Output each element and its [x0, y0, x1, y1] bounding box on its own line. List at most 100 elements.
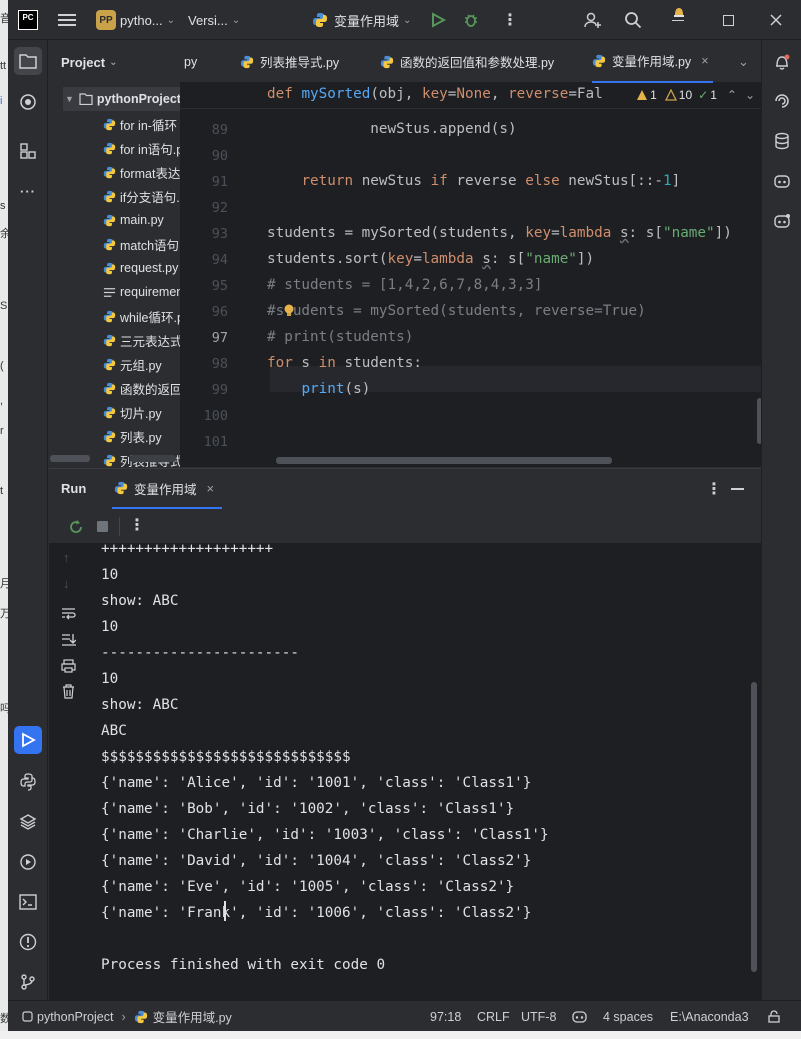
tree-file-item[interactable]: 切片.py [103, 400, 162, 424]
inspection-widget[interactable]: 1 10 ✓ 1 ⌃ ⌄ [632, 84, 755, 106]
editor-horizontal-scrollbar[interactable] [276, 457, 612, 464]
tab-partial[interactable]: py [184, 40, 197, 83]
tab-list-dropdown[interactable]: ⌄ [734, 40, 749, 83]
indent-setting[interactable]: 4 spaces [603, 1001, 653, 1032]
arrow-up-icon[interactable]: ↑ [63, 550, 70, 565]
lightbulb-icon[interactable] [283, 304, 295, 318]
chevron-down-icon: ⌄ [403, 14, 412, 26]
tree-file-item[interactable]: format表达式 [103, 160, 180, 184]
minimize-panel-icon[interactable] [731, 488, 744, 490]
caret-position[interactable]: 97:18 [430, 1001, 461, 1032]
project-panel-header[interactable]: Project ⌄ [49, 40, 180, 84]
ai-assistant-button[interactable] [768, 87, 796, 115]
tree-file-item[interactable]: request.py [103, 256, 178, 280]
project-switcher[interactable]: PP pytho... ⌄ [96, 0, 175, 40]
arrow-down-icon[interactable]: ↓ [63, 576, 70, 591]
scroll-to-end-icon[interactable] [61, 633, 76, 647]
editor-vertical-scrollbar[interactable] [757, 398, 761, 444]
copilot-status[interactable] [572, 1001, 587, 1032]
debug-button[interactable] [463, 0, 479, 40]
tree-file-item[interactable]: for in-循环 [103, 112, 177, 136]
breadcrumb-project[interactable]: pythonProject [37, 1010, 113, 1024]
database-button[interactable] [768, 127, 796, 155]
print-icon[interactable] [61, 659, 76, 673]
minimize-button[interactable] [672, 0, 684, 40]
tree-file-item[interactable]: if分支语句.py [103, 184, 180, 208]
vcs-widget[interactable]: Versi... ⌄ [188, 0, 240, 40]
notifications-button[interactable] [768, 48, 796, 76]
tree-root-label: pythonProject [96, 92, 180, 106]
more-tool-windows-button[interactable]: ··· [14, 177, 42, 205]
line-number: 98 [211, 356, 228, 372]
python-console-button[interactable] [14, 768, 42, 796]
line-separator[interactable]: CRLF [477, 1001, 510, 1032]
trash-icon[interactable] [62, 684, 75, 699]
stop-icon[interactable] [97, 521, 108, 532]
problems-tool-button[interactable] [14, 928, 42, 956]
structure-icon [20, 143, 36, 159]
more-actions-button[interactable]: ⋮ [502, 0, 518, 40]
rerun-icon[interactable] [68, 519, 84, 535]
maximize-icon [723, 14, 734, 26]
project-tool-button[interactable] [14, 47, 42, 75]
services-tool-button[interactable] [14, 848, 42, 876]
maximize-button[interactable] [723, 0, 734, 40]
readonly-toggle[interactable] [768, 1001, 780, 1032]
console-line: {'name': 'Eve', 'id': '1005', 'class': '… [101, 879, 515, 895]
console-line: {'name': 'David', 'id': '1004', 'class':… [101, 853, 532, 869]
tree-file-item[interactable]: 列表.py [103, 424, 162, 448]
tree-file-item[interactable]: requirements [103, 280, 180, 304]
run-tab[interactable]: 变量作用域 × [112, 469, 223, 509]
packages-icon [20, 94, 36, 110]
copilot-icon [774, 175, 790, 188]
tree-file-item[interactable]: 三元表达式 [103, 328, 180, 352]
search-icon [625, 12, 642, 29]
tree-file-item[interactable]: match语句 [103, 232, 179, 256]
main-menu-button[interactable] [58, 0, 76, 40]
tree-file-item[interactable]: 元组.py [103, 352, 162, 376]
tree-file-item[interactable]: for in语句.py [103, 136, 180, 160]
soft-wrap-icon[interactable] [61, 607, 76, 621]
search-everywhere-button[interactable] [624, 0, 642, 40]
tab-function-return[interactable]: 函数的返回值和参数处理.py [380, 40, 554, 83]
python-icon [103, 262, 116, 274]
tree-root-folder[interactable]: ▼ pythonProject [63, 87, 180, 111]
tab-list-comprehension[interactable]: 列表推导式.py [240, 40, 339, 83]
code-line: # print(students) [267, 329, 414, 345]
close-window-button[interactable] [770, 0, 782, 40]
terminal-icon [19, 894, 37, 910]
python-console-icon [20, 773, 36, 791]
more-vertical-icon[interactable]: ⋮ [129, 515, 145, 535]
breadcrumb-file[interactable]: 变量作用域.py [153, 1007, 232, 1026]
tree-file-label: 元组.py [120, 358, 162, 373]
run-button[interactable] [430, 0, 446, 40]
file-encoding[interactable]: UTF-8 [521, 1001, 556, 1032]
console-vertical-scrollbar[interactable] [751, 682, 757, 972]
close-tab-icon[interactable]: × [207, 481, 215, 496]
add-user-button[interactable] [584, 0, 602, 40]
close-tab-icon[interactable]: × [701, 54, 708, 68]
tree-file-item[interactable]: while循环.py [103, 304, 180, 328]
tab-variable-scope[interactable]: 变量作用域.py × [592, 40, 713, 83]
more-vertical-icon[interactable]: ⋮ [706, 479, 722, 499]
copilot-chat-button[interactable] [768, 207, 796, 235]
previous-highlight-icon[interactable]: ⌃ [727, 88, 737, 102]
project-panel-title: Project [61, 54, 106, 70]
git-tool-button[interactable] [14, 968, 42, 996]
run-config-selector[interactable]: 变量作用域 ⌄ [312, 0, 411, 40]
interpreter[interactable]: E:\Anaconda3 [670, 1001, 749, 1032]
copilot-button[interactable] [768, 167, 796, 195]
breadcrumb: pythonProject › 变量作用域.py [22, 1001, 232, 1032]
folder-icon [79, 93, 93, 105]
layers-tool-button[interactable] [14, 808, 42, 836]
next-highlight-icon[interactable]: ⌄ [745, 88, 755, 102]
tree-file-item[interactable]: main.py [103, 208, 164, 232]
structure-tool-button[interactable] [14, 137, 42, 165]
tree-file-item[interactable]: 函数的返回 [103, 376, 180, 400]
python-packages-button[interactable] [14, 88, 42, 116]
horizontal-scrollbar[interactable] [50, 455, 90, 462]
run-tool-button[interactable] [14, 726, 42, 754]
pycharm-logo-icon: PC [18, 10, 38, 30]
terminal-tool-button[interactable] [14, 888, 42, 916]
tree-file-label: 列表.py [120, 430, 162, 445]
